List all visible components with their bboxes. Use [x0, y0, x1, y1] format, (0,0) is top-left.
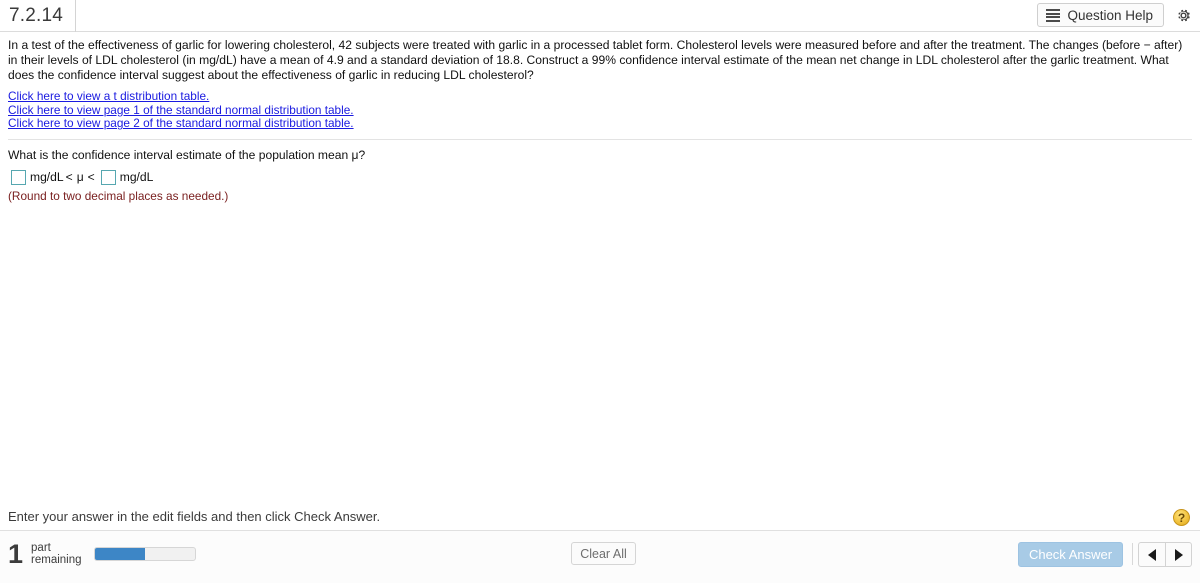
- footer-hint: Enter your answer in the edit fields and…: [8, 509, 381, 524]
- parts-label-line2: remaining: [31, 554, 82, 566]
- progress-group: 1 part remaining: [8, 539, 196, 569]
- link-t-distribution-table[interactable]: Click here to view a t distribution tabl…: [8, 89, 209, 103]
- triangle-right-icon: [1174, 548, 1183, 561]
- answer-prompt: What is the confidence interval estimate…: [8, 147, 366, 162]
- progress-bar: [93, 547, 196, 561]
- parts-remaining-label: part remaining: [31, 542, 82, 567]
- header-actions: Question Help: [1037, 3, 1194, 27]
- footer-bar: 1 part remaining Clear All Check Answer: [0, 531, 1200, 583]
- question-player: 7.2.14 Question Help In a test of the ef…: [0, 0, 1200, 583]
- upper-bound-input[interactable]: [100, 169, 116, 185]
- inequality-left: <: [65, 170, 73, 185]
- triangle-left-icon: [1148, 548, 1156, 561]
- lower-bound-input[interactable]: [11, 169, 26, 185]
- previous-question-button[interactable]: [1138, 542, 1165, 567]
- parts-remaining-count: 1: [8, 539, 24, 569]
- section-divider: [8, 138, 1192, 140]
- list-icon: [1046, 9, 1061, 22]
- settings-button[interactable]: [1172, 4, 1194, 26]
- rounding-note: (Round to two decimal places as needed.): [8, 188, 229, 203]
- header-bar: 7.2.14 Question Help: [0, 0, 1200, 32]
- clear-all-button[interactable]: Clear All: [571, 542, 636, 565]
- check-answer-button[interactable]: Check Answer: [1018, 542, 1123, 567]
- gear-icon: [1177, 9, 1190, 21]
- parts-label-line1: part: [31, 541, 51, 554]
- question-help-button[interactable]: Question Help: [1037, 3, 1164, 27]
- nav-separator: [1132, 543, 1133, 565]
- reference-links: Click here to view a t distribution tabl…: [8, 89, 1192, 130]
- help-badge-icon[interactable]: ?: [1173, 509, 1190, 526]
- question-body: In a test of the effectiveness of garlic…: [0, 32, 1200, 503]
- navigation-buttons: [1138, 542, 1192, 567]
- question-help-label: Question Help: [1067, 7, 1153, 23]
- next-question-button[interactable]: [1165, 542, 1192, 567]
- link-normal-table-page-2[interactable]: Click here to view page 2 of the standar…: [8, 116, 354, 130]
- unit-left: mg/dL: [30, 170, 64, 185]
- unit-right: mg/dL: [119, 170, 154, 185]
- answer-row: mg/dL < μ < mg/dL: [8, 169, 1192, 185]
- page-title: 7.2.14: [0, 0, 77, 32]
- link-normal-table-page-1[interactable]: Click here to view page 1 of the standar…: [8, 103, 354, 117]
- question-text: In a test of the effectiveness of garlic…: [8, 38, 1183, 82]
- inequality-right: <: [87, 170, 95, 185]
- mu-symbol: μ: [76, 170, 84, 185]
- progress-bar-fill: [94, 548, 145, 560]
